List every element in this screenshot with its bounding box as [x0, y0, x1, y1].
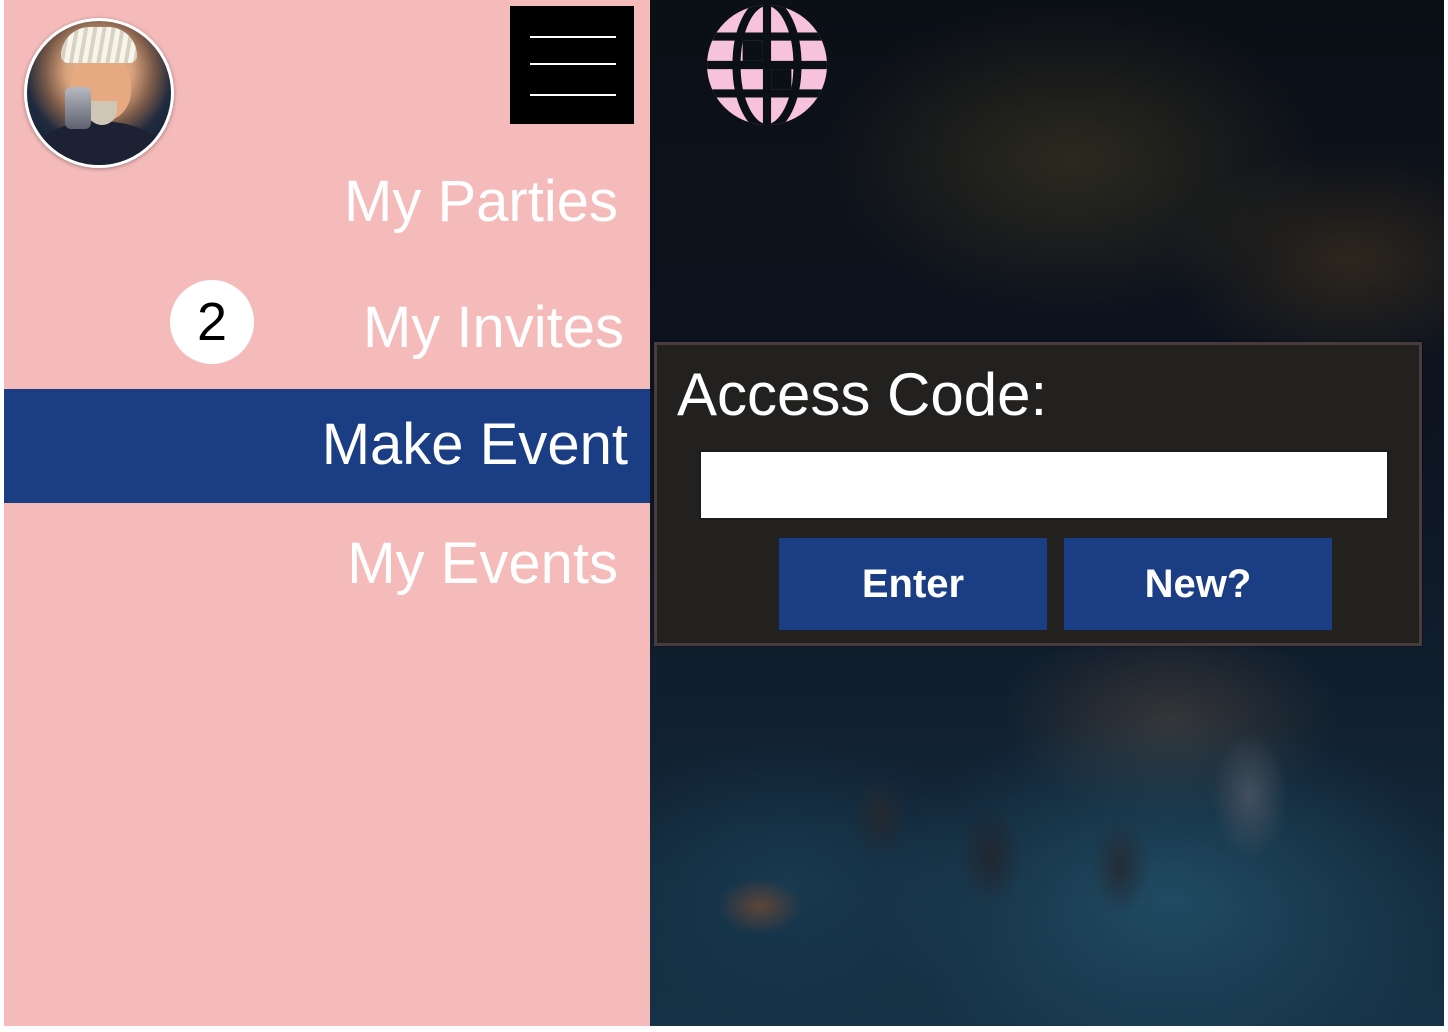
sidebar: My Parties 2 My Invites Make Event My Ev…: [4, 0, 650, 1026]
hamburger-menu-icon[interactable]: [510, 6, 634, 124]
avatar-shirt: [37, 121, 161, 165]
sidebar-item-label: My Events: [347, 531, 618, 596]
access-code-input[interactable]: [699, 450, 1389, 520]
sidebar-item-label: My Parties: [344, 169, 618, 234]
menu-bar-line: [530, 36, 616, 38]
sidebar-item-label: My Invites: [362, 295, 624, 360]
app-frame: My Parties 2 My Invites Make Event My Ev…: [4, 0, 1444, 1026]
avatar-hair: [61, 27, 137, 63]
menu-bar-line: [530, 94, 616, 96]
background-crowd: [650, 666, 1444, 1026]
globe-logo-icon[interactable]: [706, 4, 828, 126]
access-code-panel: Access Code: Enter New?: [654, 342, 1422, 646]
sidebar-item-my-parties[interactable]: My Parties: [4, 166, 650, 238]
sidebar-item-label: Make Event: [321, 412, 628, 477]
profile-avatar[interactable]: [24, 18, 174, 168]
new-button[interactable]: New?: [1064, 538, 1332, 630]
sidebar-item-my-invites[interactable]: My Invites: [4, 292, 650, 364]
enter-button[interactable]: Enter: [779, 538, 1047, 630]
avatar-prop: [65, 87, 91, 129]
access-code-label: Access Code:: [677, 361, 1048, 428]
sidebar-item-my-events[interactable]: My Events: [4, 528, 650, 600]
sidebar-item-make-event[interactable]: Make Event: [4, 389, 650, 503]
menu-bar-line: [530, 63, 616, 65]
